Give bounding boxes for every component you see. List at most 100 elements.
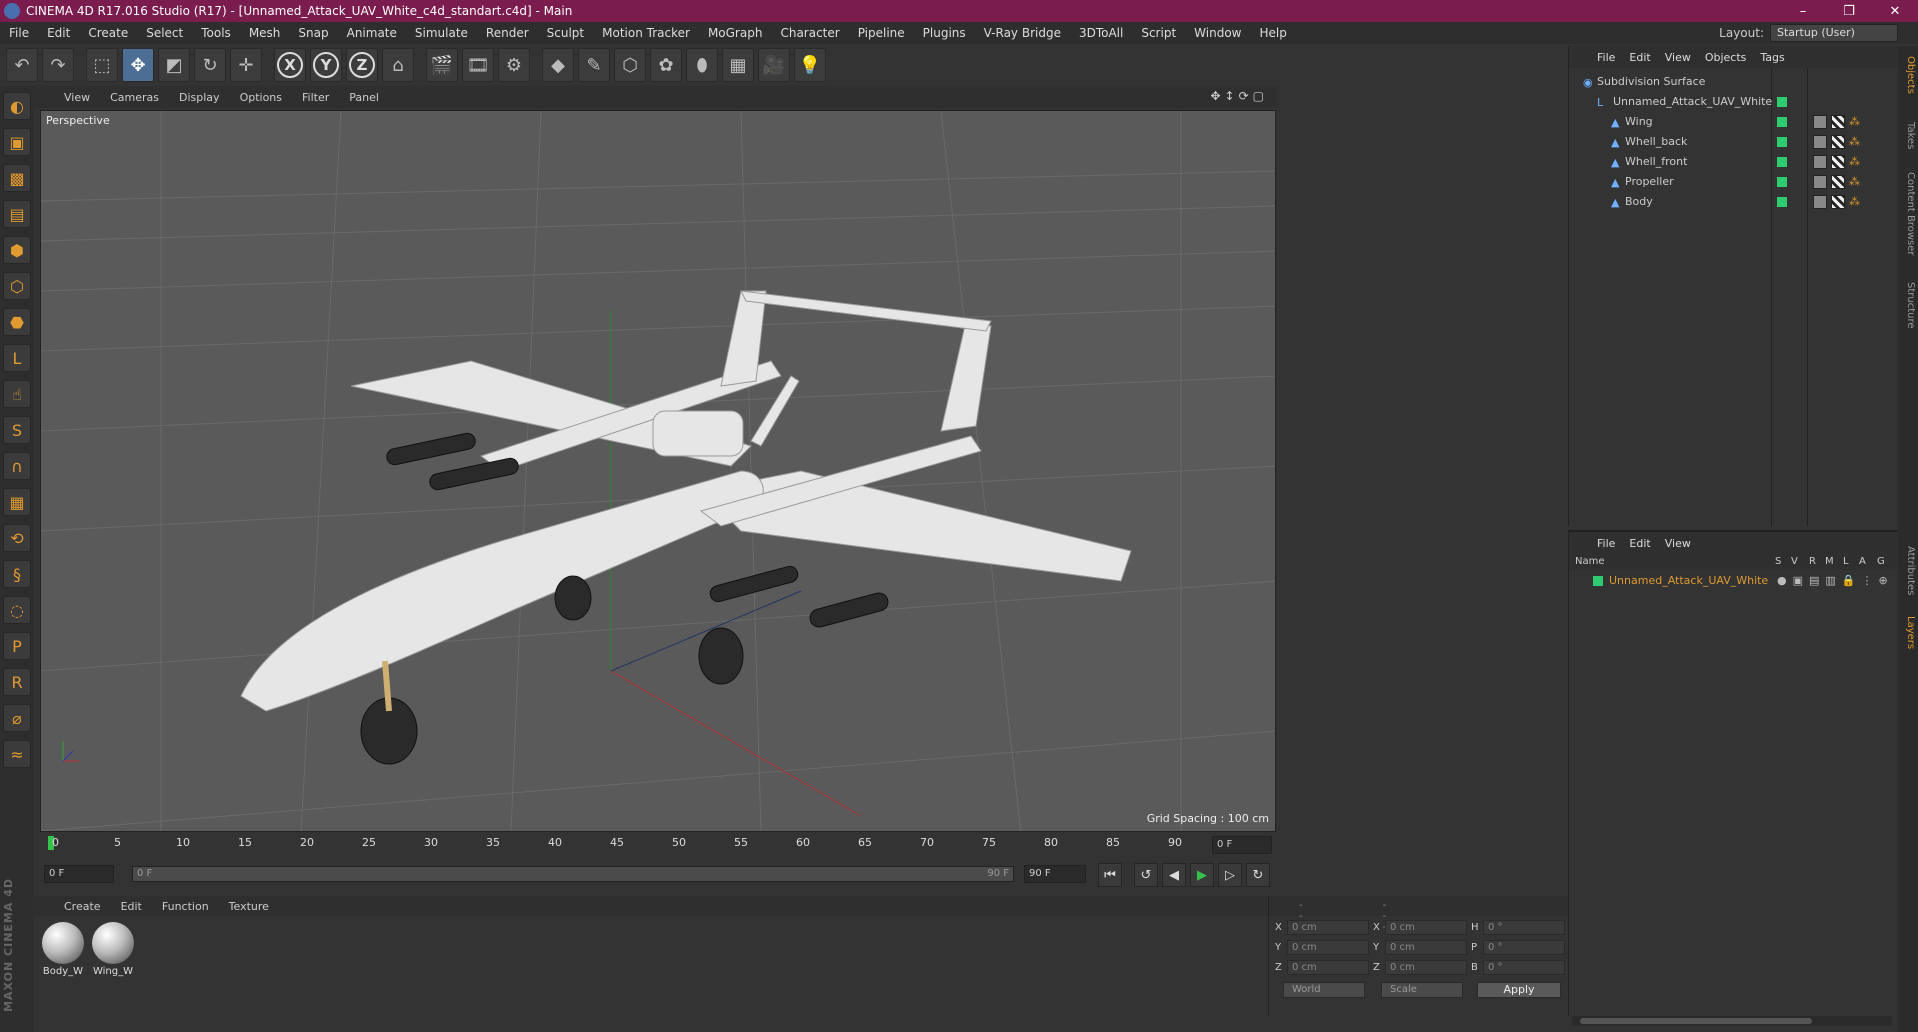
menu-character[interactable]: Character	[771, 26, 848, 40]
layout-select[interactable]: Startup (User)	[1770, 24, 1898, 42]
size-y-field[interactable]: 0 cm	[1385, 940, 1467, 955]
size-z-field[interactable]: 0 cm	[1385, 960, 1467, 975]
go-to-start-icon[interactable]: ⏮	[1098, 863, 1122, 887]
material-tag-icon[interactable]	[1831, 135, 1845, 149]
paint-r-icon[interactable]: R	[3, 668, 31, 696]
camera-icon[interactable]: 🎥	[758, 48, 790, 82]
tree-item-wing[interactable]: ▲ Wing ⁂	[1569, 112, 1899, 132]
menu-sculpt[interactable]: Sculpt	[538, 26, 593, 40]
menu-snap[interactable]: Snap	[289, 26, 337, 40]
viewport-nav-icons[interactable]: ✥↕⟳▢	[1210, 89, 1268, 103]
objects-menu-tags[interactable]: Tags	[1760, 51, 1784, 64]
deformer-icon[interactable]: ⬮	[686, 48, 718, 82]
phong-tag-icon[interactable]	[1813, 195, 1827, 209]
menu-script[interactable]: Script	[1132, 26, 1185, 40]
tab-attributes[interactable]: Attributes	[1900, 546, 1916, 595]
tree-item-subdivision-surface[interactable]: ◉ Subdivision Surface	[1569, 72, 1899, 92]
tree-item-propeller[interactable]: ▲ Propeller ⁂	[1569, 172, 1899, 192]
scrollbar-thumb[interactable]	[1580, 1018, 1812, 1024]
layers-menu-file[interactable]: File	[1597, 537, 1615, 550]
world-select[interactable]: World	[1283, 982, 1365, 998]
redo-icon[interactable]: ↷	[42, 48, 74, 82]
viewport-menu-cameras[interactable]: Cameras	[110, 91, 159, 104]
apply-button[interactable]: Apply	[1477, 982, 1561, 998]
menu-select[interactable]: Select	[137, 26, 192, 40]
uvw-tag-icon[interactable]: ⁂	[1849, 155, 1863, 169]
menu-motion-tracker[interactable]: Motion Tracker	[593, 26, 699, 40]
cloner-icon[interactable]: ✿	[650, 48, 682, 82]
previous-key-icon[interactable]: ↺	[1134, 863, 1158, 887]
material-menu-create[interactable]: Create	[64, 900, 101, 913]
tree-item-uav-root[interactable]: L Unnamed_Attack_UAV_White	[1569, 92, 1899, 112]
menu-vray-bridge[interactable]: V-Ray Bridge	[975, 26, 1070, 40]
rotation-b-field[interactable]: 0 °	[1483, 960, 1565, 975]
cube-primitive-icon[interactable]: ◆	[542, 48, 574, 82]
menu-animate[interactable]: Animate	[338, 26, 406, 40]
light-icon[interactable]: 💡	[794, 48, 826, 82]
paint-p-icon[interactable]: P	[3, 632, 31, 660]
next-frame-icon[interactable]: ▷	[1218, 863, 1242, 887]
viewport-menu-panel[interactable]: Panel	[349, 91, 379, 104]
material-menu-function[interactable]: Function	[162, 900, 209, 913]
brush-settings-icon[interactable]: ≈	[3, 740, 31, 768]
frame-range-slider[interactable]: 0 F 90 F	[132, 866, 1014, 882]
tree-item-whell-back[interactable]: ▲ Whell_back ⁂	[1569, 132, 1899, 152]
tree-item-body[interactable]: ▲ Body ⁂	[1569, 192, 1899, 212]
close-button[interactable]: ✕	[1872, 4, 1918, 19]
menu-pipeline[interactable]: Pipeline	[849, 26, 914, 40]
phong-tag-icon[interactable]	[1813, 155, 1827, 169]
viewport-menu-display[interactable]: Display	[179, 91, 220, 104]
viewport-camera-label[interactable]: Perspective	[46, 114, 110, 127]
z-axis-lock-button[interactable]: Z	[346, 48, 378, 82]
phong-tag-icon[interactable]	[1813, 115, 1827, 129]
brush-icon[interactable]: ⌀	[3, 704, 31, 732]
live-selection-icon[interactable]: ⬚	[86, 48, 118, 82]
scale-tool-icon[interactable]: ◩	[158, 48, 190, 82]
move-tool-icon[interactable]: ✥	[122, 48, 154, 82]
objects-menu-view[interactable]: View	[1665, 51, 1691, 64]
layer-horizontal-scrollbar[interactable]	[1572, 1016, 1892, 1026]
floor-environment-icon[interactable]: ▦	[722, 48, 754, 82]
previous-frame-icon[interactable]: ◀	[1162, 863, 1186, 887]
phong-tag-icon[interactable]	[1813, 175, 1827, 189]
workplane-mode-icon[interactable]: ▤	[3, 200, 31, 228]
material-tag-icon[interactable]	[1831, 195, 1845, 209]
objects-menu-file[interactable]: File	[1597, 51, 1615, 64]
recent-tool-icon[interactable]: ✛	[230, 48, 262, 82]
tab-layers[interactable]: Layers	[1900, 616, 1916, 649]
timeline[interactable]: 0 5 10 15 20 25 30 35 40 45 50 55 60 65 …	[34, 832, 1278, 860]
workplane-lock-icon[interactable]: ▦	[3, 488, 31, 516]
undo-icon[interactable]: ↶	[6, 48, 38, 82]
material-menu-edit[interactable]: Edit	[121, 900, 142, 913]
subdivision-generator-icon[interactable]: ⬡	[614, 48, 646, 82]
uvw-tag-icon[interactable]: ⁂	[1849, 175, 1863, 189]
menu-render[interactable]: Render	[477, 26, 538, 40]
position-x-field[interactable]: 0 cm	[1287, 920, 1369, 935]
restore-button[interactable]: ❐	[1826, 4, 1872, 19]
menu-file[interactable]: File	[0, 26, 38, 40]
make-editable-icon[interactable]: ◐	[3, 92, 31, 120]
menu-mesh[interactable]: Mesh	[240, 26, 290, 40]
sculpt-brush-icon[interactable]: ◌	[3, 596, 31, 624]
minimize-button[interactable]: –	[1780, 4, 1826, 19]
phong-tag-icon[interactable]	[1813, 135, 1827, 149]
texture-mode-icon[interactable]: ▩	[3, 164, 31, 192]
layer-toggle-icons[interactable]: ●▣▤▥🔒⋮⊕	[1777, 574, 1894, 587]
play-forward-icon[interactable]: ▶	[1190, 863, 1214, 887]
edges-mode-icon[interactable]: ⬡	[3, 272, 31, 300]
material-menu-texture[interactable]: Texture	[229, 900, 269, 913]
material-body[interactable]: Body_W	[40, 922, 86, 977]
start-frame-field[interactable]: 0 F	[44, 865, 114, 883]
points-mode-icon[interactable]: ⬢	[3, 236, 31, 264]
timeline-ruler[interactable]: 0 5 10 15 20 25 30 35 40 45 50 55 60 65 …	[48, 834, 1228, 858]
size-x-field[interactable]: 0 cm	[1385, 920, 1467, 935]
render-picture-viewer-icon[interactable]: 🎞	[462, 48, 494, 82]
current-frame-field[interactable]: 0 F	[1212, 836, 1272, 854]
x-axis-lock-button[interactable]: X	[274, 48, 306, 82]
tab-takes[interactable]: Takes	[1900, 122, 1916, 149]
tweak-mode-icon[interactable]: ☝	[3, 380, 31, 408]
viewport-menu-options[interactable]: Options	[240, 91, 282, 104]
menu-3dtoall[interactable]: 3DToAll	[1070, 26, 1132, 40]
rotate-tool-icon[interactable]: ↻	[194, 48, 226, 82]
objects-menu-objects[interactable]: Objects	[1705, 51, 1747, 64]
